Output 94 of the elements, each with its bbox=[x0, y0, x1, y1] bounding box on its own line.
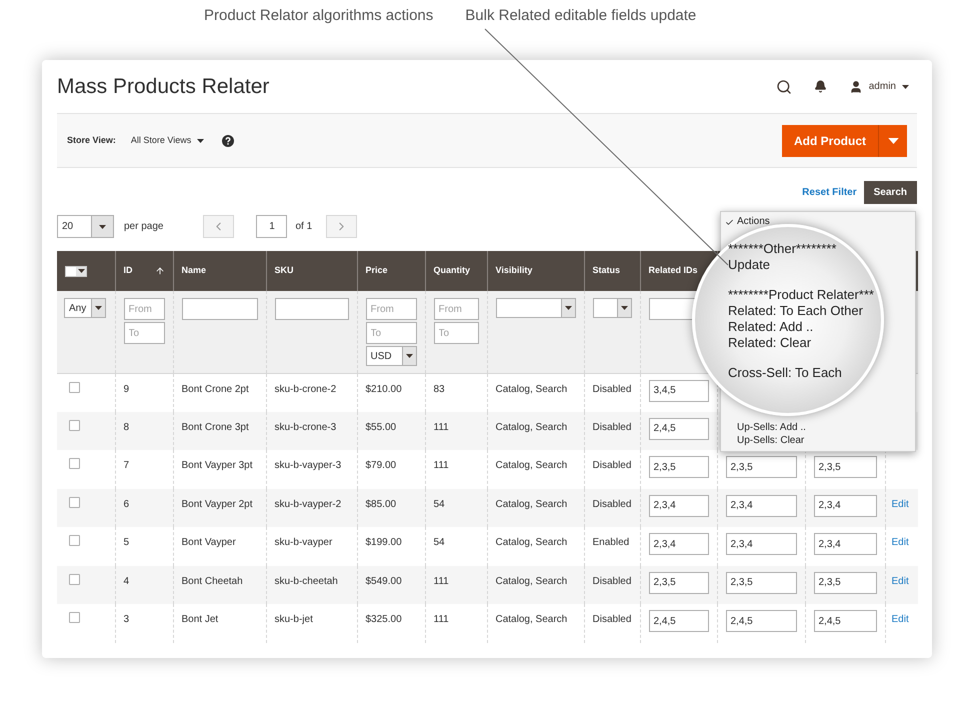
column-header[interactable]: ID bbox=[115, 251, 173, 291]
row-checkbox[interactable] bbox=[69, 496, 80, 508]
page-count: of 1 bbox=[295, 220, 312, 234]
caret-icon bbox=[902, 84, 909, 88]
table-cell: Catalog, Search bbox=[487, 604, 584, 642]
row-checkbox[interactable] bbox=[69, 612, 80, 623]
store-view-label: Store View: bbox=[67, 134, 116, 147]
input-field[interactable]: 2,3,5 bbox=[814, 572, 876, 594]
table-cell: 3 bbox=[115, 604, 173, 642]
input-field[interactable]: 2,3,4 bbox=[726, 494, 796, 516]
table-cell: Disabled bbox=[584, 604, 640, 642]
menu-item[interactable]: Up-Sells: Add .. bbox=[721, 421, 915, 434]
mass-select-control[interactable] bbox=[65, 266, 87, 276]
menu-item[interactable]: ********Product Relater*** bbox=[728, 287, 874, 303]
user-menu[interactable]: admin bbox=[848, 79, 909, 94]
menu-item[interactable]: Related: Add .. bbox=[728, 319, 814, 335]
menu-item[interactable]: Cross-Sell: To Each bbox=[728, 365, 842, 381]
check-icon bbox=[725, 218, 734, 226]
annotation-text: Bulk Related editable fields update bbox=[465, 6, 696, 26]
row-checkbox[interactable] bbox=[69, 535, 80, 546]
per-page-label: per page bbox=[124, 220, 164, 234]
input-field[interactable]: 2,3,5 bbox=[726, 572, 796, 594]
input-field[interactable]: 2,3,4 bbox=[648, 533, 708, 555]
caret-icon bbox=[95, 306, 102, 310]
menu-item[interactable]: Up-Sells: Clear bbox=[721, 434, 915, 447]
help-icon[interactable] bbox=[222, 134, 234, 146]
input-field[interactable]: 2,3,5 bbox=[814, 456, 876, 478]
caret-icon bbox=[888, 138, 898, 144]
input-field[interactable]: To bbox=[434, 322, 478, 344]
table-cell: sku-b-jet bbox=[266, 604, 357, 642]
row-checkbox[interactable] bbox=[69, 574, 80, 584]
menu-item[interactable]: Related: Clear bbox=[728, 335, 812, 351]
bell-icon[interactable] bbox=[814, 80, 827, 93]
input-field[interactable]: 2,3,5 bbox=[648, 572, 708, 594]
column-header[interactable]: Status bbox=[584, 251, 640, 291]
input-field[interactable] bbox=[182, 298, 258, 320]
select-field[interactable]: Any bbox=[64, 298, 106, 318]
store-view-switcher[interactable]: All Store Views bbox=[130, 134, 204, 148]
menu-item[interactable]: *******Other******** bbox=[728, 241, 836, 257]
column-header[interactable]: SKU bbox=[266, 251, 357, 291]
edit-link[interactable]: Edit bbox=[892, 614, 909, 625]
row-checkbox[interactable] bbox=[69, 420, 80, 430]
column-header[interactable]: Visibility bbox=[487, 251, 584, 291]
input-field[interactable]: 2,4,5 bbox=[648, 418, 708, 440]
user-icon bbox=[848, 80, 863, 94]
input-field[interactable]: To bbox=[124, 322, 164, 344]
caret-icon bbox=[197, 138, 204, 142]
input-field[interactable]: 2,3,5 bbox=[726, 456, 796, 478]
column-header[interactable]: Name bbox=[173, 251, 266, 291]
page-title: Mass Products Relater bbox=[57, 74, 270, 100]
edit-link[interactable]: Edit bbox=[892, 576, 909, 586]
reset-filter-link[interactable]: Reset Filter bbox=[802, 185, 857, 200]
input-field[interactable]: 2,3,4 bbox=[814, 494, 876, 516]
previous-page-button[interactable] bbox=[203, 215, 234, 238]
edit-link[interactable]: Edit bbox=[892, 537, 909, 548]
caret-icon bbox=[620, 306, 628, 310]
table-cell: 111 bbox=[425, 604, 487, 642]
input-field[interactable]: 2,3,5 bbox=[648, 456, 708, 478]
table-cell: $325.00 bbox=[357, 604, 425, 642]
per-page-select[interactable]: 20 bbox=[57, 215, 114, 238]
menu-item[interactable]: Related: To Each Other bbox=[728, 303, 863, 319]
table-cell: Bont Jet bbox=[173, 604, 266, 642]
menu-item[interactable]: Update bbox=[728, 257, 770, 273]
caret-icon bbox=[99, 224, 106, 228]
search-button[interactable]: Search bbox=[864, 181, 917, 204]
input-field[interactable]: 2,4,5 bbox=[648, 610, 708, 632]
input-field[interactable]: From bbox=[124, 298, 164, 320]
search-icon[interactable] bbox=[776, 78, 792, 94]
select-field[interactable] bbox=[496, 298, 576, 318]
row-checkbox[interactable] bbox=[69, 458, 80, 469]
edit-link[interactable]: Edit bbox=[892, 498, 909, 510]
input-field[interactable]: To bbox=[366, 322, 416, 344]
column-header[interactable]: Price bbox=[357, 251, 425, 291]
caret-icon bbox=[406, 354, 412, 358]
input-field[interactable]: 2,3,4 bbox=[648, 494, 708, 516]
page-input[interactable]: 1 bbox=[256, 215, 288, 238]
add-product-button[interactable]: Add Product bbox=[782, 124, 907, 156]
input-field[interactable]: From bbox=[366, 298, 416, 320]
menu-item[interactable]: Actions bbox=[721, 216, 915, 228]
select-field[interactable] bbox=[592, 298, 632, 318]
row-checkbox[interactable] bbox=[69, 382, 80, 392]
input-field[interactable]: 2,3,4 bbox=[726, 533, 796, 555]
column-header[interactable]: Quantity bbox=[425, 251, 487, 291]
caret-icon bbox=[564, 306, 572, 310]
input-field[interactable] bbox=[274, 298, 348, 320]
input-field[interactable]: 2,3,4 bbox=[814, 533, 876, 555]
select-field[interactable]: USD bbox=[366, 346, 416, 366]
input-field[interactable]: From bbox=[434, 298, 478, 320]
annotation-text: Product Relator algorithms actions bbox=[204, 6, 434, 26]
input-field[interactable]: 3,4,5 bbox=[648, 380, 708, 402]
input-field[interactable]: 2,4,5 bbox=[814, 610, 876, 632]
input-field[interactable]: 2,4,5 bbox=[726, 610, 796, 632]
caret-icon bbox=[78, 269, 84, 273]
next-page-button[interactable] bbox=[326, 215, 358, 238]
